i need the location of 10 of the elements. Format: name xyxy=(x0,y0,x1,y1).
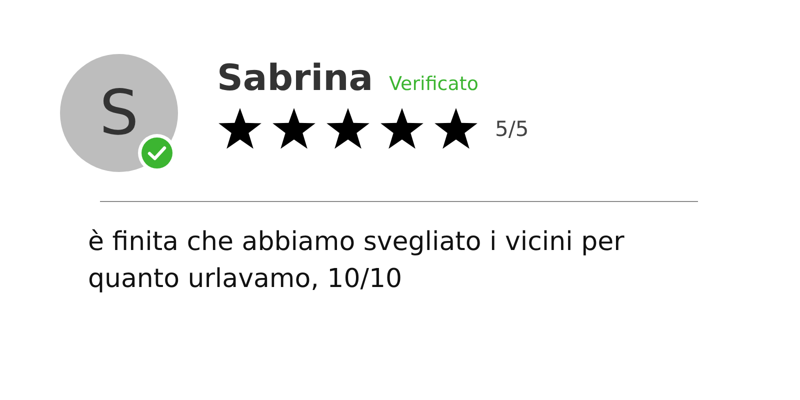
verified-label: Verificato xyxy=(389,73,478,95)
review-text: è finita che abbiamo svegliato i vicini per quanto urlavamo, 10/10 xyxy=(88,226,626,296)
star-icon xyxy=(217,107,263,151)
star-icon xyxy=(271,107,317,151)
rating-score: 5/5 xyxy=(495,117,529,141)
star-icon xyxy=(379,107,425,151)
reviewer-name: Sabrina xyxy=(217,58,374,99)
star-icon xyxy=(433,107,479,151)
avatar-initial: S xyxy=(99,82,139,144)
star-icon xyxy=(325,107,371,151)
